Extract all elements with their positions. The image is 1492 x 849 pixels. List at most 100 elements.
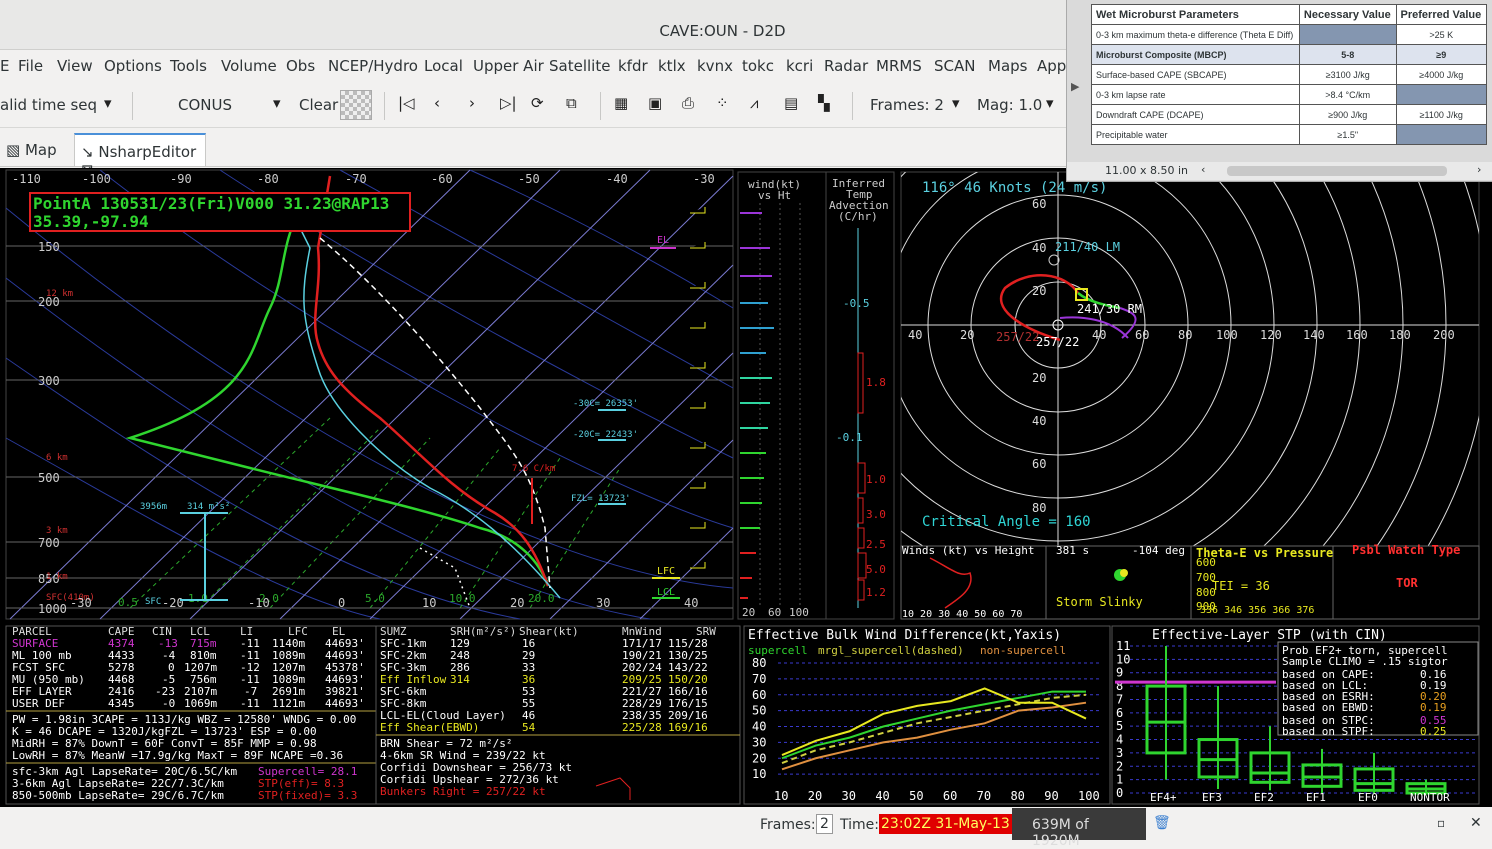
expand-icon[interactable]: ▶ <box>1071 80 1079 93</box>
chevron-down-icon[interactable]: ▾ <box>952 94 960 112</box>
stp-y-tick: 2 <box>1116 759 1123 773</box>
clear-toggle-icon[interactable] <box>340 90 372 120</box>
isotherms <box>9 169 734 620</box>
prev-frame-icon[interactable]: ‹ <box>434 94 440 112</box>
ebwd-x-tick: 10 <box>774 789 788 803</box>
menu-kfdr[interactable]: kfdr <box>618 57 648 75</box>
stp-y-tick: 4 <box>1116 733 1123 747</box>
menu-volume[interactable]: Volume <box>221 57 277 75</box>
clear-button[interactable]: Clear <box>299 96 338 114</box>
menu-kvnx[interactable]: kvnx <box>697 57 733 75</box>
frames-select[interactable]: Frames: 2 <box>870 96 944 114</box>
image-properties-icon[interactable]: ▣ <box>648 94 662 112</box>
menu-obs[interactable]: Obs <box>286 57 315 75</box>
memory-status: 639M of 1920M <box>1012 808 1146 849</box>
cross-section-icon[interactable]: ⩘ <box>750 94 758 112</box>
stp-y-tick: 7 <box>1116 692 1123 706</box>
temp-adv-bar <box>857 462 866 494</box>
stp-y-tick: 6 <box>1116 706 1123 720</box>
scroll-right-icon[interactable]: › <box>1477 163 1481 176</box>
close-icon[interactable]: ✕ <box>1470 815 1482 831</box>
scroll-left-icon[interactable]: ‹ <box>1201 163 1205 176</box>
hodo-ring-y: 80 <box>1032 501 1046 515</box>
tei-label: TEI = 36 <box>1212 579 1270 593</box>
chevron-down-icon[interactable]: ▾ <box>273 94 281 112</box>
table-cell: ≥3100 J/kg <box>1298 64 1397 85</box>
mixing-ratio-label: 20.0 <box>528 592 555 605</box>
menu-file[interactable]: File <box>18 57 43 75</box>
temp-tick: -50 <box>518 172 540 186</box>
restore-icon[interactable]: ▫ <box>1437 816 1445 830</box>
dry-adiabats <box>5 169 734 620</box>
document-overlay: ▶ Wet Microburst Parameters Necessary Va… <box>1066 0 1492 182</box>
lfc-label: LFC <box>657 566 675 577</box>
tab-nsharp-editor[interactable]: ↘ NsharpEditor ⊠ <box>74 133 206 179</box>
stp-category: EF4+ <box>1150 791 1177 804</box>
menu-scan[interactable]: SCAN <box>934 57 975 75</box>
last-frame-icon[interactable]: ▷| <box>500 94 517 112</box>
horizontal-scrollbar[interactable] <box>1227 166 1447 176</box>
thermo-line: LowRH = 87% MeanW =17.9g/kg MaxT = 89F N… <box>12 749 343 762</box>
print-icon[interactable]: ⎙ <box>682 94 694 112</box>
pressure-tick: 500 <box>38 471 60 485</box>
lcl-label: LCL <box>657 587 675 598</box>
bottom-tick: 0 <box>338 596 345 610</box>
page-size: 11.00 x 8.50 in <box>1105 164 1189 177</box>
table-header: Wet Microburst Parameters <box>1091 4 1300 25</box>
temp-adv-val: 1.2 <box>866 586 886 599</box>
menu-tools[interactable]: Tools <box>170 57 207 75</box>
stp-y-tick: 11 <box>1116 639 1130 653</box>
time-seq-select[interactable]: alid time seq <box>0 96 97 114</box>
kin-cell: 54 <box>522 721 536 734</box>
temp-tick: -110 <box>12 172 41 186</box>
menu-options[interactable]: Options <box>104 57 162 75</box>
ebwd-x-tick: 40 <box>875 789 889 803</box>
tab-map[interactable]: ▧ Map <box>0 133 66 166</box>
menu-satellite[interactable]: Satellite <box>549 57 610 75</box>
skewt-frame <box>5 169 734 620</box>
frames-status-value[interactable]: 2 <box>816 814 833 834</box>
parcel-cell: 44693' <box>325 697 365 710</box>
wind-height-bars <box>740 212 774 599</box>
loop-icon[interactable]: ⟳ <box>531 94 544 112</box>
menu-local[interactable]: Local <box>424 57 463 75</box>
chevron-down-icon[interactable]: ▾ <box>104 94 112 112</box>
nsharp-display[interactable]: -110 -100 -90 -80 -70 -60 -50 -40 -30 15… <box>0 168 1492 807</box>
stp-title: Effective-Layer STP (with CIN) <box>1152 628 1387 643</box>
panel-1-icon[interactable]: ▤ <box>784 94 798 112</box>
menu-ncep[interactable]: NCEP/Hydro <box>328 57 418 75</box>
mixing-ratio-label: 5.0 <box>365 592 385 605</box>
mixing-ratio-label: 10.0 <box>449 592 476 605</box>
slinky-ring <box>1120 569 1128 577</box>
mag-select[interactable]: Mag: 1.0 <box>977 96 1042 114</box>
points-icon[interactable]: ⁘ <box>716 94 729 112</box>
hodo-ring-y: 40 <box>1032 414 1046 428</box>
ebwd-y-tick: 70 <box>752 672 766 686</box>
menu-tokc[interactable]: tokc <box>742 57 774 75</box>
bottom-tick: 20 <box>510 596 524 610</box>
bottom-tick: 30 <box>596 596 610 610</box>
ebwd-y-tick: 50 <box>752 704 766 718</box>
menu-maps[interactable]: Maps <box>988 57 1027 75</box>
next-frame-icon[interactable]: › <box>469 94 475 112</box>
iso30-label: -30C= 26353' <box>573 399 638 409</box>
temp-tick: -60 <box>431 172 453 186</box>
menu-view[interactable]: View <box>57 57 93 75</box>
first-frame-icon[interactable]: |◁ <box>398 94 415 112</box>
menu-upper-air[interactable]: Upper Air <box>473 57 544 75</box>
parcel-cell: -11 <box>240 697 260 710</box>
chevron-down-icon[interactable]: ▾ <box>1046 94 1054 112</box>
ebwd-x-tick: 80 <box>1010 789 1024 803</box>
panel-4-icon[interactable]: ▚ <box>818 94 830 112</box>
stp-category: NONTOR <box>1410 791 1450 804</box>
trash-icon[interactable]: 🗑 <box>1153 815 1171 831</box>
mean-wind-label: 257/22 <box>1036 335 1079 349</box>
menu-radar[interactable]: Radar <box>824 57 868 75</box>
menu-kcri[interactable]: kcri <box>786 57 813 75</box>
menu-partial[interactable]: E <box>0 57 9 75</box>
area-select[interactable]: CONUS <box>178 96 232 114</box>
loop-properties-icon[interactable]: ⧉ <box>566 94 577 112</box>
color-table-icon[interactable]: ▦ <box>614 94 628 112</box>
menu-ktlx[interactable]: ktlx <box>658 57 686 75</box>
menu-mrms[interactable]: MRMS <box>876 57 922 75</box>
